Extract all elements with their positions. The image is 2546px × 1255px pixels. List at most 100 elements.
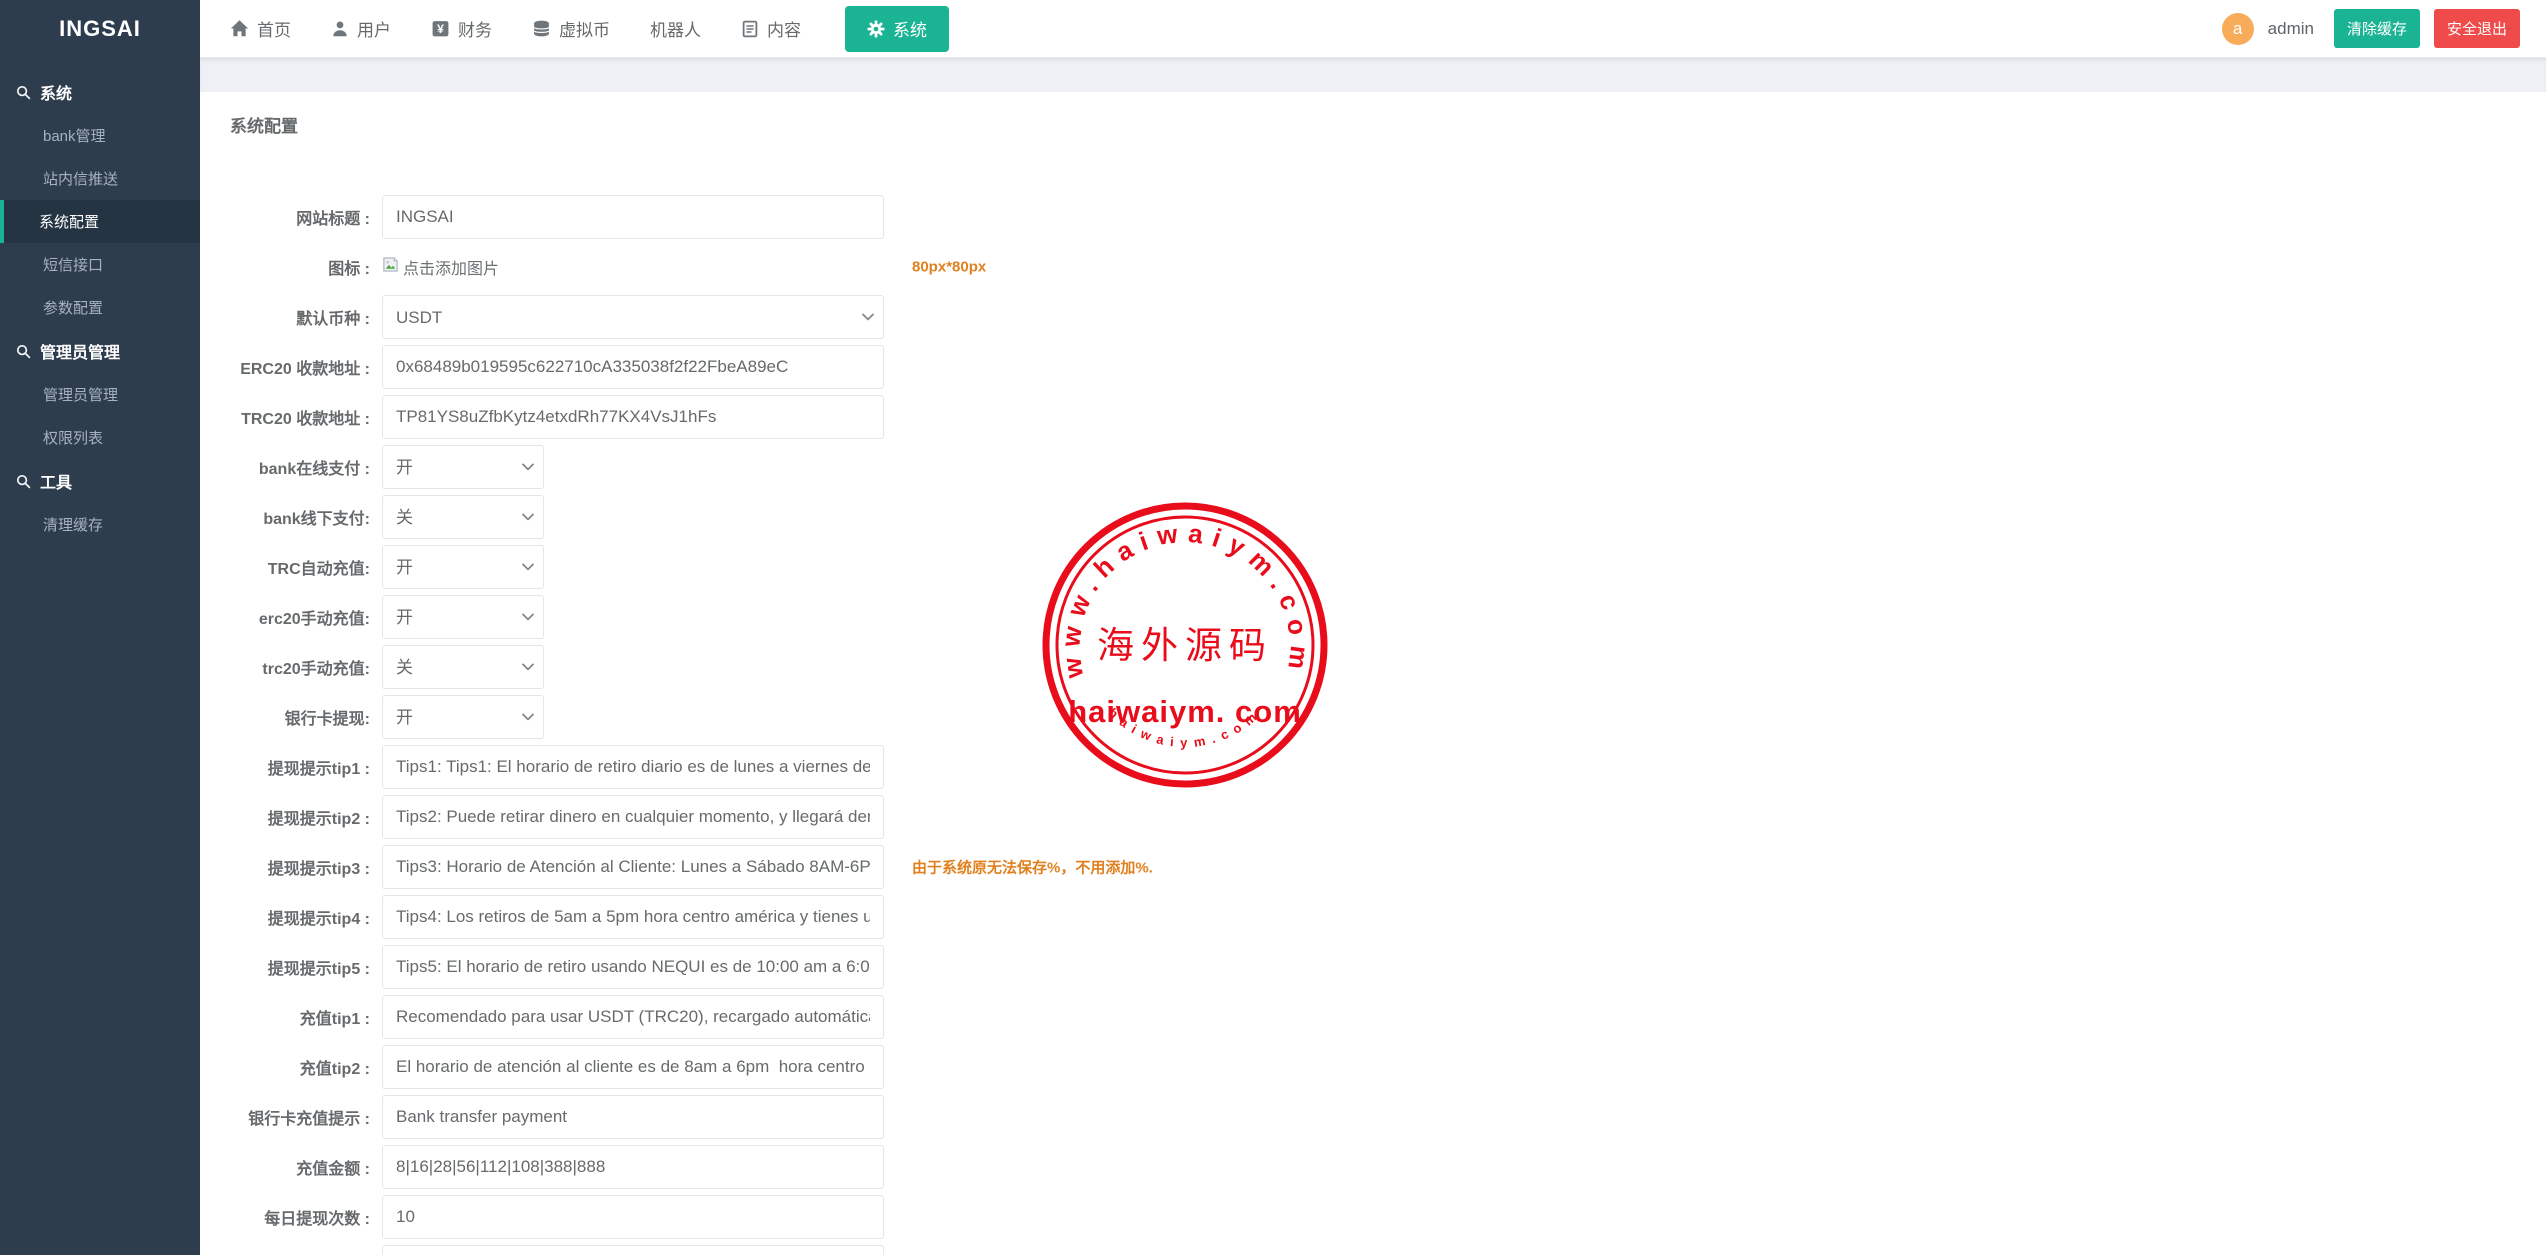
field-label: 提现提示tip4 : bbox=[230, 905, 370, 929]
trc-auto-recharge-select[interactable]: 开 bbox=[382, 545, 544, 589]
bank-card-withdraw-select[interactable]: 开 bbox=[382, 695, 544, 739]
sidebar-section-admin-manage[interactable]: 管理员管理 bbox=[0, 329, 200, 373]
nav-item-users[interactable]: 用户 bbox=[331, 16, 391, 41]
user-icon bbox=[331, 20, 349, 38]
field-withdraw-tip3: 提现提示tip3 : 由于系统原无法保存%，不用添加%. bbox=[230, 845, 2516, 889]
nav-item-label: 首页 bbox=[257, 16, 291, 41]
sidebar-section-system[interactable]: 系统 bbox=[0, 70, 200, 114]
sidebar-item-label: bank管理 bbox=[43, 125, 106, 146]
field-label: 银行卡提现: bbox=[230, 705, 370, 729]
field-label: 提现提示tip3 : bbox=[230, 855, 370, 879]
field-withdraw-tip4: 提现提示tip4 : bbox=[230, 895, 2516, 939]
field-daily-withdraw-count: 每日提现次数 : bbox=[230, 1195, 2516, 1239]
sidebar-item-param-config[interactable]: 参数配置 bbox=[0, 286, 200, 329]
recharge-amounts-input[interactable] bbox=[382, 1145, 884, 1189]
nav-item-crypto[interactable]: 虚拟币 bbox=[532, 16, 610, 41]
field-trc20-address: TRC20 收款地址 : bbox=[230, 395, 2516, 439]
bank-online-pay-select[interactable]: 开 bbox=[382, 445, 544, 489]
sidebar-item-clear-cache[interactable]: 清理缓存 bbox=[0, 503, 200, 546]
bank-card-withdraw-select-control[interactable]: 开 bbox=[382, 695, 544, 739]
content-icon bbox=[741, 20, 759, 38]
field-note: 80px*80px bbox=[912, 259, 986, 276]
sidebar-item-label: 清理缓存 bbox=[43, 514, 103, 535]
sidebar-section-label: 管理员管理 bbox=[40, 339, 120, 363]
withdraw-tip3-input[interactable] bbox=[382, 845, 884, 889]
main-content: 系统配置 网站标题 :图标 :点击添加图片80px*80px默认币种 :USDT… bbox=[200, 92, 2546, 1255]
daily-withdraw-count-input[interactable] bbox=[382, 1195, 884, 1239]
logout-button[interactable]: 安全退出 bbox=[2434, 9, 2520, 48]
image-alt-text: 点击添加图片 bbox=[403, 255, 499, 279]
avatar: a bbox=[2222, 13, 2254, 45]
topbar-user-area: a admin 清除缓存 安全退出 bbox=[2222, 9, 2520, 48]
field-recharge-amounts: 充值金额 : bbox=[230, 1145, 2516, 1189]
field-withdraw-tip1: 提现提示tip1 : bbox=[230, 745, 2516, 789]
admin-screen: INGSAI 系统bank管理站内信推送系统配置短信接口参数配置管理员管理管理员… bbox=[0, 0, 2546, 1255]
recharge-tip1-input[interactable] bbox=[382, 995, 884, 1039]
recharge-tip2-input[interactable] bbox=[382, 1045, 884, 1089]
nav-item-label: 系统 bbox=[893, 16, 927, 41]
field-note: 由于系统原无法保存%，不用添加%. bbox=[912, 857, 1153, 878]
nav-item-label: 财务 bbox=[458, 16, 492, 41]
field-label: 银行卡充值提示 : bbox=[230, 1105, 370, 1129]
bank-online-pay-select-control[interactable]: 开 bbox=[382, 445, 544, 489]
trc20-address-input[interactable] bbox=[382, 395, 884, 439]
field-label: TRC自动充值: bbox=[230, 555, 370, 579]
partial-field-input[interactable] bbox=[382, 1245, 884, 1255]
sidebar-menu: 系统bank管理站内信推送系统配置短信接口参数配置管理员管理管理员管理权限列表工… bbox=[0, 58, 200, 546]
field-trc20-manual-recharge: trc20手动充值:关 bbox=[230, 645, 2516, 689]
sidebar-item-sms-api[interactable]: 短信接口 bbox=[0, 243, 200, 286]
nav-item-content[interactable]: 内容 bbox=[741, 16, 801, 41]
admin-username: admin bbox=[2268, 19, 2314, 39]
withdraw-tip4-input[interactable] bbox=[382, 895, 884, 939]
field-bank-recharge-hint: 银行卡充值提示 : bbox=[230, 1095, 2516, 1139]
bank-recharge-hint-input[interactable] bbox=[382, 1095, 884, 1139]
bank-offline-pay-select[interactable]: 关 bbox=[382, 495, 544, 539]
field-bank-offline-pay: bank线下支付:关 bbox=[230, 495, 2516, 539]
site-icon-upload[interactable]: 点击添加图片 bbox=[382, 255, 499, 279]
trc20-manual-recharge-select-control[interactable]: 关 bbox=[382, 645, 544, 689]
trc20-manual-recharge-select[interactable]: 关 bbox=[382, 645, 544, 689]
withdraw-tip5-input[interactable] bbox=[382, 945, 884, 989]
default-currency-select[interactable]: USDT bbox=[382, 295, 884, 339]
field-erc20-address: ERC20 收款地址 : bbox=[230, 345, 2516, 389]
sidebar-item-permission-list[interactable]: 权限列表 bbox=[0, 416, 200, 459]
sidebar-item-bank-manage[interactable]: bank管理 bbox=[0, 114, 200, 157]
trc-auto-recharge-select-control[interactable]: 开 bbox=[382, 545, 544, 589]
default-currency-select-control[interactable]: USDT bbox=[382, 295, 884, 339]
nav-item-finance[interactable]: ¥ 财务 bbox=[431, 16, 492, 41]
sidebar-section-label: 系统 bbox=[40, 80, 72, 104]
clear-cache-button[interactable]: 清除缓存 bbox=[2334, 9, 2420, 48]
nav-item-robot[interactable]: 机器人 bbox=[650, 16, 701, 41]
bank-offline-pay-select-control[interactable]: 关 bbox=[382, 495, 544, 539]
search-icon bbox=[16, 474, 31, 489]
withdraw-tip1-input[interactable] bbox=[382, 745, 884, 789]
svg-text:¥: ¥ bbox=[437, 22, 444, 36]
search-icon bbox=[16, 85, 31, 100]
erc20-address-input[interactable] bbox=[382, 345, 884, 389]
broken-image-icon bbox=[382, 256, 399, 278]
erc20-manual-recharge-select[interactable]: 开 bbox=[382, 595, 544, 639]
field-label: 默认币种 : bbox=[230, 305, 370, 329]
field-label: ERC20 收款地址 : bbox=[230, 355, 370, 379]
crypto-icon bbox=[532, 19, 551, 38]
field-site-icon: 图标 :点击添加图片80px*80px bbox=[230, 245, 2516, 289]
field-label: 充值tip2 : bbox=[230, 1055, 370, 1079]
sidebar-item-system-config[interactable]: 系统配置 bbox=[0, 200, 200, 243]
nav-item-label: 虚拟币 bbox=[559, 16, 610, 41]
field-recharge-tip2: 充值tip2 : bbox=[230, 1045, 2516, 1089]
sidebar-item-site-mail-push[interactable]: 站内信推送 bbox=[0, 157, 200, 200]
sidebar-item-admin-list[interactable]: 管理员管理 bbox=[0, 373, 200, 416]
sidebar-section-tools[interactable]: 工具 bbox=[0, 459, 200, 503]
nav-item-home[interactable]: 首页 bbox=[230, 16, 291, 41]
erc20-manual-recharge-select-control[interactable]: 开 bbox=[382, 595, 544, 639]
field-bank-card-withdraw: 银行卡提现: 开 bbox=[230, 695, 2516, 739]
sidebar-section-label: 工具 bbox=[40, 469, 72, 493]
gear-icon bbox=[867, 20, 885, 38]
brand-logo: INGSAI bbox=[0, 0, 200, 58]
site-title-input[interactable] bbox=[382, 195, 884, 239]
nav-item-system[interactable]: 系统 bbox=[845, 6, 949, 52]
config-form: 网站标题 :图标 :点击添加图片80px*80px默认币种 :USDTERC20… bbox=[230, 195, 2516, 1255]
withdraw-tip2-input[interactable] bbox=[382, 795, 884, 839]
field-partial-field bbox=[230, 1245, 2516, 1255]
finance-icon: ¥ bbox=[431, 19, 450, 38]
